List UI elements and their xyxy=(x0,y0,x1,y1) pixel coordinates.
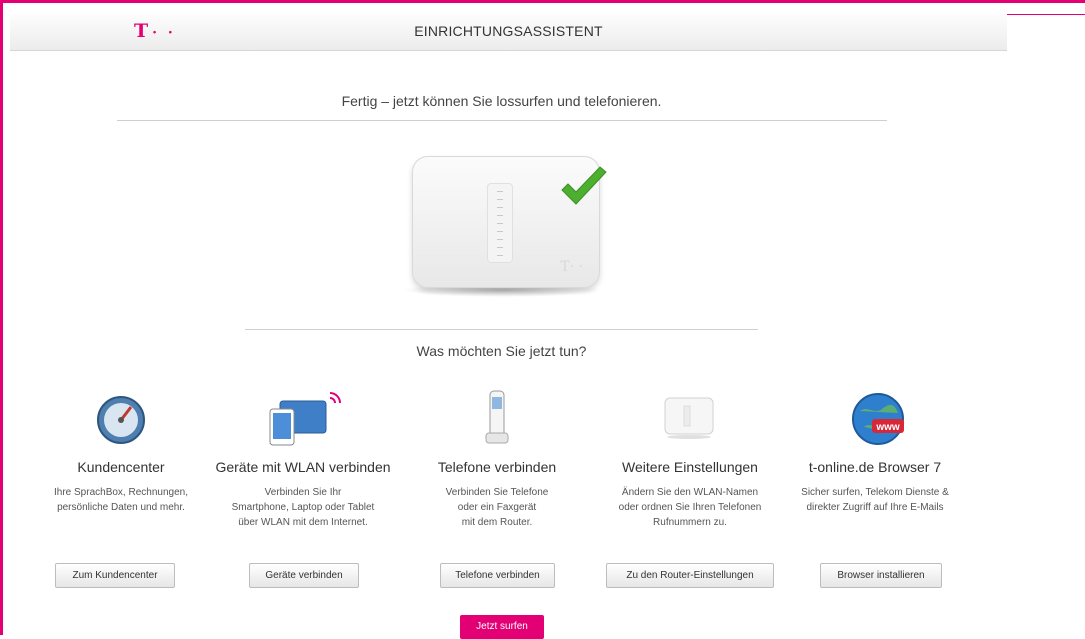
frame-accent-line xyxy=(1007,14,1085,15)
devices-wlan-icon xyxy=(269,392,341,446)
geraete-verbinden-button[interactable]: Geräte verbinden xyxy=(249,563,359,588)
option-title: Weitere Einstellungen xyxy=(622,459,758,475)
option-description: Ändern Sie den WLAN-Namen oder ordnen Sie… xyxy=(618,487,762,528)
success-heading: Fertig – jetzt können Sie lossurfen und … xyxy=(341,93,662,109)
jetzt-surfen-button[interactable]: Jetzt surfen xyxy=(460,615,544,639)
router-icon xyxy=(664,397,714,439)
divider-top xyxy=(117,120,887,121)
option-description: Ihre SprachBox, Rechnungen, persönliche D… xyxy=(54,487,188,513)
browser-installieren-button[interactable]: Browser installieren xyxy=(820,563,942,588)
divider-middle xyxy=(245,329,758,330)
telefone-verbinden-button[interactable]: Telefone verbinden xyxy=(440,563,555,588)
cordless-phone-icon xyxy=(485,390,509,444)
option-title: Telefone verbinden xyxy=(437,459,557,475)
router-einstellungen-button[interactable]: Zu den Router-Einstellungen xyxy=(606,563,774,588)
globe-www-icon: www xyxy=(852,393,904,445)
option-description: Sicher surfen, Telekom Dienste & direkter… xyxy=(801,487,949,513)
option-description: Verbinden Sie Telefone oder ein Faxgerät m… xyxy=(445,487,549,528)
router-logo: T· · xyxy=(560,259,583,275)
option-title: Kundencenter xyxy=(77,459,165,475)
option-title: Geräte mit WLAN verbinden xyxy=(215,459,391,475)
kundencenter-button[interactable]: Zum Kundencenter xyxy=(55,563,175,588)
question-heading: Was möchten Sie jetzt tun? xyxy=(416,343,587,359)
option-description: Verbinden Sie Ihr Smartphone, Laptop oder… xyxy=(231,487,375,528)
router-led-panel xyxy=(487,183,513,263)
page-title: EINRICHTUNGSASSISTENT xyxy=(414,23,603,39)
header-bar: T · · EINRICHTUNGSASSISTENT xyxy=(10,14,1007,51)
option-title: t-online.de Browser 7 xyxy=(808,459,942,475)
speedometer-icon xyxy=(97,396,145,444)
checkmark-icon xyxy=(561,166,607,205)
www-badge-text: www xyxy=(875,422,900,433)
